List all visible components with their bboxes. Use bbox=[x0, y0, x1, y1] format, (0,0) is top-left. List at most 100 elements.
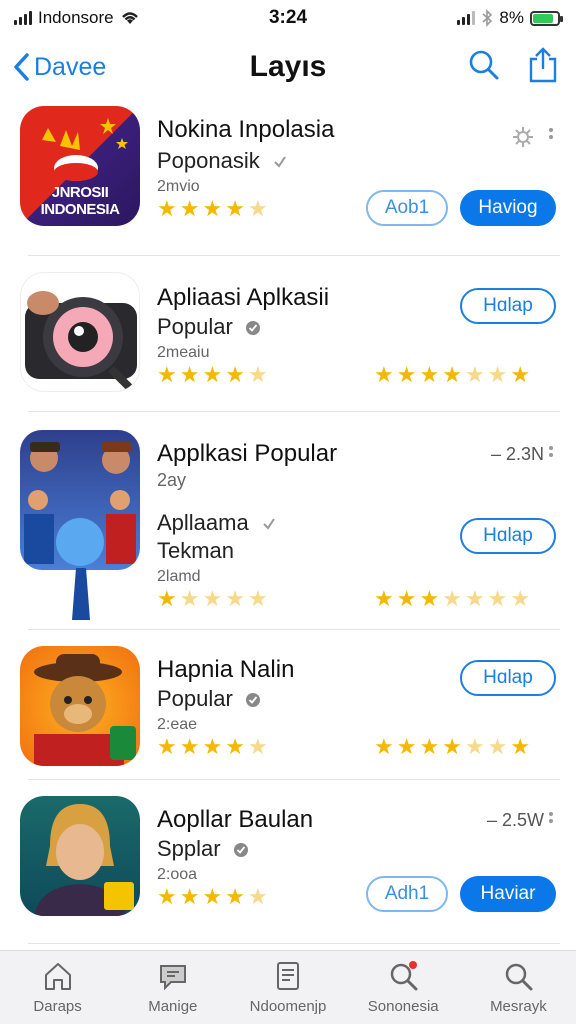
star-icon: ★ bbox=[247, 586, 268, 611]
star-icon: ★ bbox=[157, 586, 177, 611]
app-extra: 2ay bbox=[157, 470, 187, 490]
more-icon[interactable] bbox=[548, 810, 554, 832]
rating-stars-right: ★ ★ ★ ★ ★ ★ ★ bbox=[374, 588, 530, 610]
cellular-icon bbox=[457, 11, 476, 25]
app-subtitle: Popular bbox=[157, 686, 261, 712]
tab-search[interactable]: Mesrayk bbox=[461, 951, 576, 1024]
app-icon-text: JNROSII INDONESIA bbox=[40, 184, 120, 218]
document-icon bbox=[277, 962, 299, 990]
app-subtitle-text: Apllaama bbox=[157, 510, 249, 535]
star-icon: ★ bbox=[510, 362, 531, 387]
magnifier-stand-icon bbox=[72, 568, 90, 620]
app-name: Nokina Inpolasia bbox=[157, 116, 335, 143]
signal-icon bbox=[14, 11, 32, 25]
search-icon bbox=[469, 50, 499, 79]
star-icon: ★ bbox=[419, 362, 440, 387]
rating-stars: ★ ★ ★ ★ ★ bbox=[157, 198, 268, 220]
rating-stars: ★ ★ ★ ★ ★ bbox=[157, 364, 268, 386]
app-subtitle: Poponasik bbox=[157, 148, 288, 174]
open-button[interactable]: Hɑlap bbox=[460, 660, 556, 696]
app-subtitle-2: Tekman bbox=[157, 538, 235, 563]
battery-percent: 8% bbox=[499, 8, 524, 27]
search-button[interactable] bbox=[468, 49, 500, 86]
app-subtitle-text: Spplar bbox=[157, 836, 221, 861]
star-icon: ★ bbox=[510, 734, 531, 759]
app-size: – 2.5W bbox=[486, 810, 544, 830]
star-icon: ★ bbox=[464, 586, 485, 611]
star-icon: ★ bbox=[157, 734, 177, 759]
tab-home[interactable]: Daraps bbox=[0, 951, 115, 1024]
app-meta: 2:eae bbox=[157, 716, 198, 733]
star-icon: ★ bbox=[157, 362, 177, 387]
app-size: – 2.3N bbox=[490, 444, 544, 464]
nav-actions bbox=[468, 46, 558, 88]
star-icon: ★ bbox=[179, 586, 200, 611]
app-icon-indonesia[interactable]: JNROSII INDONESIA bbox=[20, 106, 140, 226]
star-icon: ★ bbox=[225, 586, 245, 611]
list-item[interactable]: Apliaasi Aplkasii Popular 2meaiu ★ ★ ★ ★ ★ ★… bbox=[0, 256, 576, 412]
verified-icon bbox=[274, 156, 286, 168]
wifi-icon bbox=[121, 12, 138, 24]
characters-icon bbox=[24, 442, 136, 566]
rating-stars-right: ★ ★ ★ ★ ★ ★ ★ bbox=[374, 364, 530, 386]
back-button[interactable]: Davee bbox=[12, 52, 106, 82]
star-half-icon: ★ bbox=[247, 884, 268, 909]
page-title: Layıs bbox=[249, 50, 327, 83]
star-icon: ★ bbox=[225, 734, 245, 759]
rating-stars: ★ ★ ★ ★ ★ bbox=[157, 588, 268, 610]
star-icon: ★ bbox=[225, 884, 245, 909]
app-name: Hapnia Nalin bbox=[157, 656, 295, 683]
verified-icon bbox=[245, 321, 260, 336]
rating-stars: ★ ★ ★ ★ ★ bbox=[157, 736, 268, 758]
tab-label: Manige bbox=[148, 998, 198, 1015]
star-icon: ★ bbox=[419, 734, 440, 759]
share-button[interactable] bbox=[528, 46, 558, 88]
open-button[interactable]: Hɑlap bbox=[460, 518, 556, 554]
star-half-icon: ★ bbox=[247, 734, 268, 759]
star-icon: ★ bbox=[202, 196, 223, 221]
list-item[interactable]: JNROSII INDONESIA Nokina Inpolasia Popon… bbox=[0, 100, 576, 256]
get-button[interactable]: Haviar bbox=[460, 876, 556, 912]
get-button[interactable]: Haviog bbox=[460, 190, 556, 226]
search-badge-icon bbox=[390, 961, 418, 991]
app-icon-game[interactable] bbox=[20, 430, 140, 570]
list-item[interactable]: Hapnia Nalin Popular 2:eae ★ ★ ★ ★ ★ ★ ★ ★ ★ ★ ★ ★… bbox=[0, 630, 576, 780]
tab-label: Mesrayk bbox=[490, 998, 547, 1015]
star-icon: ★ bbox=[157, 884, 177, 909]
app-name: Applkasi Popular bbox=[157, 440, 338, 467]
verified-icon bbox=[233, 843, 248, 858]
star-icon: ★ bbox=[487, 734, 508, 759]
status-time: 3:24 bbox=[268, 7, 308, 28]
app-icon-portrait[interactable] bbox=[20, 796, 140, 916]
more-icon[interactable] bbox=[548, 126, 554, 148]
more-icon[interactable] bbox=[548, 444, 554, 466]
star-icon: ★ bbox=[464, 734, 485, 759]
tab-search-badge[interactable]: Sononesia bbox=[346, 951, 461, 1024]
star-icon: ★ bbox=[510, 586, 531, 611]
app-icon-bear[interactable] bbox=[20, 646, 140, 766]
add-button[interactable]: Aob1 bbox=[366, 190, 448, 226]
app-subtitle: Spplar bbox=[157, 836, 249, 862]
list-item[interactable]: Applkasi Popular 2ay Apllaama Tekman 2la… bbox=[0, 412, 576, 630]
app-icon-camera[interactable] bbox=[20, 272, 140, 392]
star-icon: ★ bbox=[442, 734, 462, 759]
star-icon: ★ bbox=[419, 586, 440, 611]
app-meta: 2:ooa bbox=[157, 866, 198, 883]
status-right: 8% bbox=[457, 8, 563, 28]
tab-manage[interactable]: Manige bbox=[115, 951, 230, 1024]
list-item[interactable]: Aopllar Baulan Spplar 2:ooa ★ ★ ★ ★ ★ – 2.5W… bbox=[0, 780, 576, 944]
tab-documents[interactable]: Ndoomenjp bbox=[230, 951, 345, 1024]
add-button[interactable]: Adh1 bbox=[366, 876, 448, 912]
open-button[interactable]: Hɑlap bbox=[460, 288, 556, 324]
verified-icon bbox=[263, 518, 275, 530]
app-name: Apliaasi Aplkasii bbox=[157, 284, 330, 311]
tab-label: Sononesia bbox=[367, 998, 439, 1015]
status-left: Indonsore bbox=[14, 8, 140, 28]
gear-icon[interactable] bbox=[512, 126, 534, 148]
app-subtitle-text: Popular bbox=[157, 314, 233, 339]
app-subtitle-text: Popular bbox=[157, 686, 233, 711]
star-icon: ★ bbox=[396, 734, 417, 759]
star-icon: ★ bbox=[464, 362, 485, 387]
carrier-name: Indonsore bbox=[38, 8, 114, 27]
star-icon: ★ bbox=[157, 196, 177, 221]
